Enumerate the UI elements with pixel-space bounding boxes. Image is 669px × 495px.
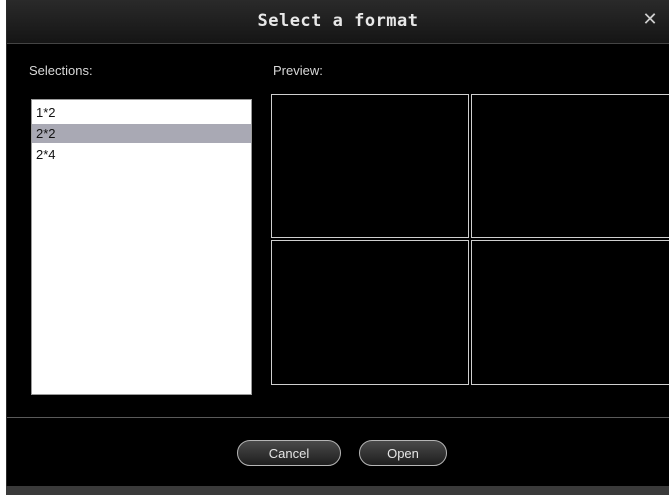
preview-label: Preview: — [273, 63, 323, 78]
dialog-title: Select a format — [257, 11, 419, 31]
dialog-bottom-edge — [6, 486, 669, 495]
preview-cell — [471, 240, 669, 385]
select-format-dialog: Select a format ✕ Selections: Preview: 1… — [6, 0, 669, 486]
preview-grid — [271, 94, 669, 385]
cancel-button[interactable]: Cancel — [237, 440, 341, 466]
preview-cell — [471, 94, 669, 238]
title-bar: Select a format ✕ — [7, 0, 669, 44]
selections-label: Selections: — [29, 63, 93, 78]
list-item-2x4[interactable]: 2*4 — [32, 145, 251, 164]
open-button[interactable]: Open — [359, 440, 447, 466]
preview-cell — [271, 94, 469, 238]
preview-cell — [271, 240, 469, 385]
list-item-1x2[interactable]: 1*2 — [32, 103, 251, 122]
footer-divider — [7, 417, 669, 418]
selections-list[interactable]: 1*2 2*2 2*4 — [31, 99, 252, 395]
list-item-2x2[interactable]: 2*2 — [32, 124, 251, 143]
close-icon[interactable]: ✕ — [639, 9, 661, 31]
